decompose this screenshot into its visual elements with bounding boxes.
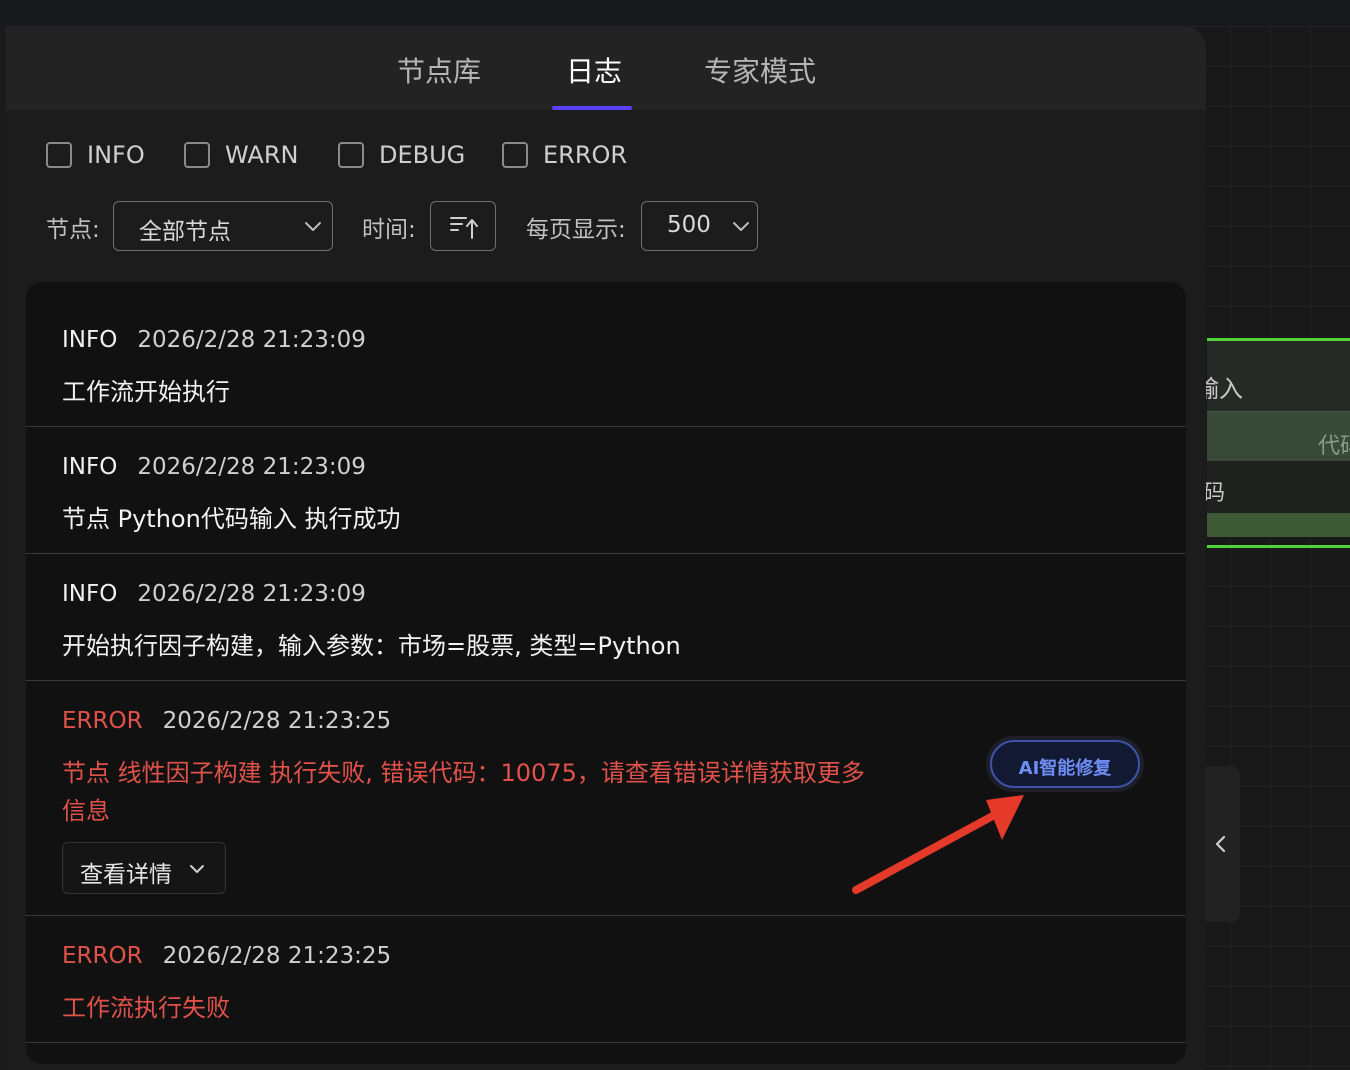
page-size-select[interactable]: 500: [641, 201, 758, 251]
log-message: 工作流执行失败: [62, 994, 230, 1022]
log-level: INFO: [62, 327, 118, 353]
canvas-node-python-input[interactable]: 输入 代码 码: [1195, 338, 1350, 550]
checkbox-label: INFO: [87, 141, 145, 169]
tab-node-library[interactable]: 节点库: [397, 50, 481, 90]
log-entry: INFO 2026/2/28 21:23:09 开始执行因子构建，输入参数：市场=…: [26, 554, 1186, 681]
checkbox-box[interactable]: [184, 142, 210, 168]
tab-logs[interactable]: 日志: [566, 50, 622, 90]
log-message: 工作流开始执行: [62, 378, 230, 406]
chevron-down-icon: [190, 865, 204, 873]
log-level: ERROR: [62, 943, 143, 969]
node-body-text: 码: [1203, 481, 1226, 506]
log-message-line-2: 信息: [62, 797, 110, 825]
log-meta: INFO 2026/2/28 21:23:09: [62, 327, 366, 353]
log-meta: ERROR 2026/2/28 21:23:25: [62, 943, 391, 969]
log-timestamp: 2026/2/28 21:23:09: [137, 327, 366, 353]
node-filter-value: 全部节点: [139, 219, 231, 245]
time-sort-button[interactable]: [430, 201, 496, 251]
node-filter-select[interactable]: 全部节点: [113, 201, 333, 251]
page-size-value: 500: [667, 212, 711, 238]
filter-warn-checkbox[interactable]: WARN: [184, 140, 298, 170]
log-entry: INFO 2026/2/28 21:23:09 工作流开始执行: [26, 282, 1186, 427]
log-timestamp: 2026/2/28 21:23:25: [162, 943, 392, 969]
log-timestamp: 2026/2/28 21:23:09: [137, 581, 366, 607]
log-meta: INFO 2026/2/28 21:23:09: [62, 581, 366, 607]
log-entry-error: ERROR 2026/2/28 21:23:25 工作流执行失败: [26, 916, 1186, 1043]
node-filter-label: 节点:: [46, 217, 100, 243]
log-timestamp: 2026/2/28 21:23:25: [162, 708, 392, 734]
log-list[interactable]: INFO 2026/2/28 21:23:09 工作流开始执行 INFO 2026/…: [26, 282, 1186, 1064]
page-size-label: 每页显示:: [526, 217, 626, 243]
log-meta: INFO 2026/2/28 21:23:09: [62, 454, 366, 480]
panel-collapse-button[interactable]: [1204, 766, 1240, 922]
node-output-strip: [1207, 513, 1350, 537]
filter-debug-checkbox[interactable]: DEBUG: [338, 140, 465, 170]
log-level: ERROR: [62, 708, 143, 734]
filter-error-checkbox[interactable]: ERROR: [502, 140, 627, 170]
ai-fix-button[interactable]: AI智能修复: [990, 740, 1140, 788]
log-message-line-1: 节点 线性因子构建 执行失败, 错误代码：10075，请查看错误详情获取更多: [62, 759, 865, 787]
tab-expert-mode[interactable]: 专家模式: [704, 50, 816, 90]
top-bar: [0, 0, 1350, 26]
checkbox-box[interactable]: [338, 142, 364, 168]
checkbox-label: WARN: [225, 141, 299, 169]
chevron-down-icon: [305, 222, 321, 231]
log-meta: ERROR 2026/2/28 21:23:25: [62, 708, 391, 734]
log-message: 节点 Python代码输入 执行成功: [62, 505, 401, 533]
view-details-button[interactable]: 查看详情: [62, 842, 226, 894]
log-timestamp: 2026/2/28 21:23:09: [137, 454, 366, 480]
time-sort-label: 时间:: [362, 217, 416, 243]
ai-fix-button-label: AI智能修复: [1018, 758, 1112, 779]
checkbox-box[interactable]: [46, 142, 72, 168]
filter-info-checkbox[interactable]: INFO: [46, 140, 145, 170]
chevron-down-icon: [733, 222, 749, 231]
node-port-label: 代码: [1317, 434, 1350, 459]
tab-bar: 节点库 日志 专家模式: [6, 26, 1206, 110]
node-title-row: 输入: [1195, 341, 1350, 411]
node-bottom-border: [1207, 545, 1350, 548]
sort-ascending-icon: [450, 217, 478, 239]
view-details-label: 查看详情: [80, 862, 172, 888]
checkbox-box[interactable]: [502, 142, 528, 168]
log-message: 开始执行因子构建，输入参数：市场=股票, 类型=Python: [62, 632, 681, 660]
checkbox-label: ERROR: [543, 141, 628, 169]
log-level: INFO: [62, 454, 118, 480]
node-body-row: 码: [1203, 461, 1350, 513]
log-entry: INFO 2026/2/28 21:23:09 节点 Python代码输入 执行成…: [26, 427, 1186, 554]
node-port-row: 代码: [1207, 411, 1350, 462]
log-level: INFO: [62, 581, 118, 607]
active-tab-indicator: [552, 106, 632, 110]
checkbox-label: DEBUG: [379, 141, 466, 169]
side-panel: 节点库 日志 专家模式 INFO WARN DEBUG ERROR 节点: 全部…: [6, 26, 1206, 1070]
chevron-left-icon: [1215, 835, 1226, 853]
